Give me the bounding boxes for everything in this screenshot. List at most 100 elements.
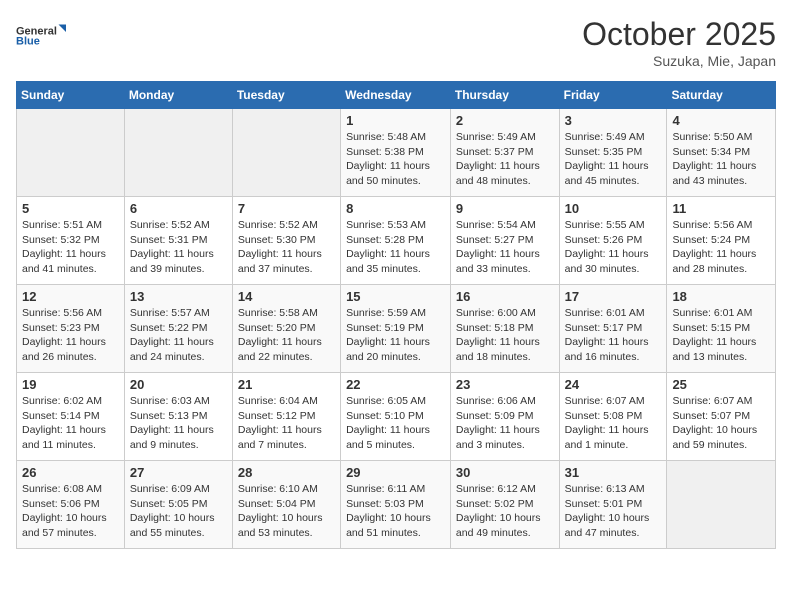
day-number: 15 [346, 289, 445, 304]
calendar-cell: 31Sunrise: 6:13 AM Sunset: 5:01 PM Dayli… [559, 461, 667, 549]
day-info: Sunrise: 5:48 AM Sunset: 5:38 PM Dayligh… [346, 130, 445, 189]
day-info: Sunrise: 6:01 AM Sunset: 5:15 PM Dayligh… [672, 306, 770, 365]
calendar-cell: 14 Sunrise: 5:58 AM Sunset: 5:20 PM Dayli… [232, 285, 340, 373]
day-info: Sunrise: 6:09 AM Sunset: 5:05 PM Dayligh… [130, 482, 227, 541]
day-number: 30 [456, 465, 554, 480]
day-number: 26 [22, 465, 119, 480]
day-info: Sunrise: 6:13 AM Sunset: 5:01 PM Dayligh… [565, 482, 662, 541]
logo: General Blue [16, 16, 66, 56]
day-info: Sunrise: 5:49 AM Sunset: 5:37 PM Dayligh… [456, 130, 554, 189]
day-info: Sunrise: 6:01 AM Sunset: 5:17 PM Dayligh… [565, 306, 662, 365]
day-number: 9 [456, 201, 554, 216]
calendar-cell: 27 Sunrise: 6:09 AM Sunset: 5:05 PM Dayli… [124, 461, 232, 549]
calendar-cell: 21Sunrise: 6:04 AM Sunset: 5:12 PM Dayli… [232, 373, 340, 461]
page-header: General Blue October 2025 Suzuka, Mie, J… [16, 16, 776, 69]
day-number: 21 [238, 377, 335, 392]
month-title: October 2025 [582, 16, 776, 53]
day-info: Sunrise: 5:58 AM Sunset: 5:20 PM Dayligh… [238, 306, 335, 365]
weekday-header-wednesday: Wednesday [341, 82, 451, 109]
calendar-cell: 19 Sunrise: 6:02 AM Sunset: 5:14 PM Dayli… [17, 373, 125, 461]
svg-text:Blue: Blue [16, 36, 40, 48]
calendar-cell [17, 109, 125, 197]
day-number: 29 [346, 465, 445, 480]
day-number: 5 [22, 201, 119, 216]
day-number: 25 [672, 377, 770, 392]
day-info: Sunrise: 6:07 AM Sunset: 5:07 PM Dayligh… [672, 394, 770, 453]
calendar-cell: 9 Sunrise: 5:54 AM Sunset: 5:27 PM Daylig… [450, 197, 559, 285]
calendar-cell: 25 Sunrise: 6:07 AM Sunset: 5:07 PM Dayli… [667, 373, 776, 461]
day-number: 17 [565, 289, 662, 304]
day-info: Sunrise: 6:12 AM Sunset: 5:02 PM Dayligh… [456, 482, 554, 541]
day-number: 28 [238, 465, 335, 480]
day-info: Sunrise: 5:56 AM Sunset: 5:24 PM Dayligh… [672, 218, 770, 277]
day-number: 2 [456, 113, 554, 128]
calendar-cell: 8 Sunrise: 5:53 AM Sunset: 5:28 PM Daylig… [341, 197, 451, 285]
calendar-cell [232, 109, 340, 197]
day-number: 13 [130, 289, 227, 304]
calendar-cell: 13 Sunrise: 5:57 AM Sunset: 5:22 PM Dayli… [124, 285, 232, 373]
day-info: Sunrise: 5:55 AM Sunset: 5:26 PM Dayligh… [565, 218, 662, 277]
calendar-cell: 12 Sunrise: 5:56 AM Sunset: 5:23 PM Dayli… [17, 285, 125, 373]
calendar-cell: 10 Sunrise: 5:55 AM Sunset: 5:26 PM Dayli… [559, 197, 667, 285]
calendar-cell: 15 Sunrise: 5:59 AM Sunset: 5:19 PM Dayli… [341, 285, 451, 373]
calendar-cell: 26Sunrise: 6:08 AM Sunset: 5:06 PM Dayli… [17, 461, 125, 549]
weekday-header-saturday: Saturday [667, 82, 776, 109]
calendar-cell: 1Sunrise: 5:48 AM Sunset: 5:38 PM Daylig… [341, 109, 451, 197]
day-info: Sunrise: 5:59 AM Sunset: 5:19 PM Dayligh… [346, 306, 445, 365]
weekday-header-tuesday: Tuesday [232, 82, 340, 109]
calendar-cell: 11 Sunrise: 5:56 AM Sunset: 5:24 PM Dayli… [667, 197, 776, 285]
day-number: 8 [346, 201, 445, 216]
day-info: Sunrise: 5:56 AM Sunset: 5:23 PM Dayligh… [22, 306, 119, 365]
day-number: 27 [130, 465, 227, 480]
calendar-cell: 30 Sunrise: 6:12 AM Sunset: 5:02 PM Dayli… [450, 461, 559, 549]
calendar-cell: 4 Sunrise: 5:50 AM Sunset: 5:34 PM Daylig… [667, 109, 776, 197]
day-number: 6 [130, 201, 227, 216]
weekday-header-sunday: Sunday [17, 82, 125, 109]
calendar-cell [124, 109, 232, 197]
day-info: Sunrise: 5:49 AM Sunset: 5:35 PM Dayligh… [565, 130, 662, 189]
logo-svg: General Blue [16, 16, 66, 56]
day-number: 19 [22, 377, 119, 392]
day-number: 24 [565, 377, 662, 392]
calendar-cell: 22 Sunrise: 6:05 AM Sunset: 5:10 PM Dayli… [341, 373, 451, 461]
calendar-cell: 7 Sunrise: 5:52 AM Sunset: 5:30 PM Daylig… [232, 197, 340, 285]
calendar-cell: 18 Sunrise: 6:01 AM Sunset: 5:15 PM Dayli… [667, 285, 776, 373]
day-number: 7 [238, 201, 335, 216]
day-number: 12 [22, 289, 119, 304]
day-number: 18 [672, 289, 770, 304]
calendar-table: SundayMondayTuesdayWednesdayThursdayFrid… [16, 81, 776, 549]
calendar-cell: 29 Sunrise: 6:11 AM Sunset: 5:03 PM Dayli… [341, 461, 451, 549]
calendar-cell: 24 Sunrise: 6:07 AM Sunset: 5:08 PM Dayli… [559, 373, 667, 461]
day-number: 3 [565, 113, 662, 128]
day-number: 16 [456, 289, 554, 304]
day-info: Sunrise: 6:06 AM Sunset: 5:09 PM Dayligh… [456, 394, 554, 453]
day-info: Sunrise: 6:02 AM Sunset: 5:14 PM Dayligh… [22, 394, 119, 453]
calendar-cell: 17 Sunrise: 6:01 AM Sunset: 5:17 PM Dayli… [559, 285, 667, 373]
day-info: Sunrise: 5:57 AM Sunset: 5:22 PM Dayligh… [130, 306, 227, 365]
location-subtitle: Suzuka, Mie, Japan [582, 53, 776, 69]
day-info: Sunrise: 5:54 AM Sunset: 5:27 PM Dayligh… [456, 218, 554, 277]
day-number: 10 [565, 201, 662, 216]
day-number: 4 [672, 113, 770, 128]
day-info: Sunrise: 6:00 AM Sunset: 5:18 PM Dayligh… [456, 306, 554, 365]
calendar-cell: 20Sunrise: 6:03 AM Sunset: 5:13 PM Dayli… [124, 373, 232, 461]
day-number: 22 [346, 377, 445, 392]
day-info: Sunrise: 5:53 AM Sunset: 5:28 PM Dayligh… [346, 218, 445, 277]
day-number: 14 [238, 289, 335, 304]
calendar-cell: 23 Sunrise: 6:06 AM Sunset: 5:09 PM Dayli… [450, 373, 559, 461]
day-number: 23 [456, 377, 554, 392]
calendar-cell: 2 Sunrise: 5:49 AM Sunset: 5:37 PM Daylig… [450, 109, 559, 197]
day-info: Sunrise: 5:50 AM Sunset: 5:34 PM Dayligh… [672, 130, 770, 189]
calendar-cell: 28Sunrise: 6:10 AM Sunset: 5:04 PM Dayli… [232, 461, 340, 549]
day-info: Sunrise: 6:07 AM Sunset: 5:08 PM Dayligh… [565, 394, 662, 453]
day-number: 11 [672, 201, 770, 216]
weekday-header-friday: Friday [559, 82, 667, 109]
day-info: Sunrise: 5:52 AM Sunset: 5:30 PM Dayligh… [238, 218, 335, 277]
day-info: Sunrise: 6:11 AM Sunset: 5:03 PM Dayligh… [346, 482, 445, 541]
title-block: October 2025 Suzuka, Mie, Japan [582, 16, 776, 69]
weekday-header-monday: Monday [124, 82, 232, 109]
day-number: 20 [130, 377, 227, 392]
day-info: Sunrise: 6:05 AM Sunset: 5:10 PM Dayligh… [346, 394, 445, 453]
day-info: Sunrise: 5:51 AM Sunset: 5:32 PM Dayligh… [22, 218, 119, 277]
calendar-cell [667, 461, 776, 549]
